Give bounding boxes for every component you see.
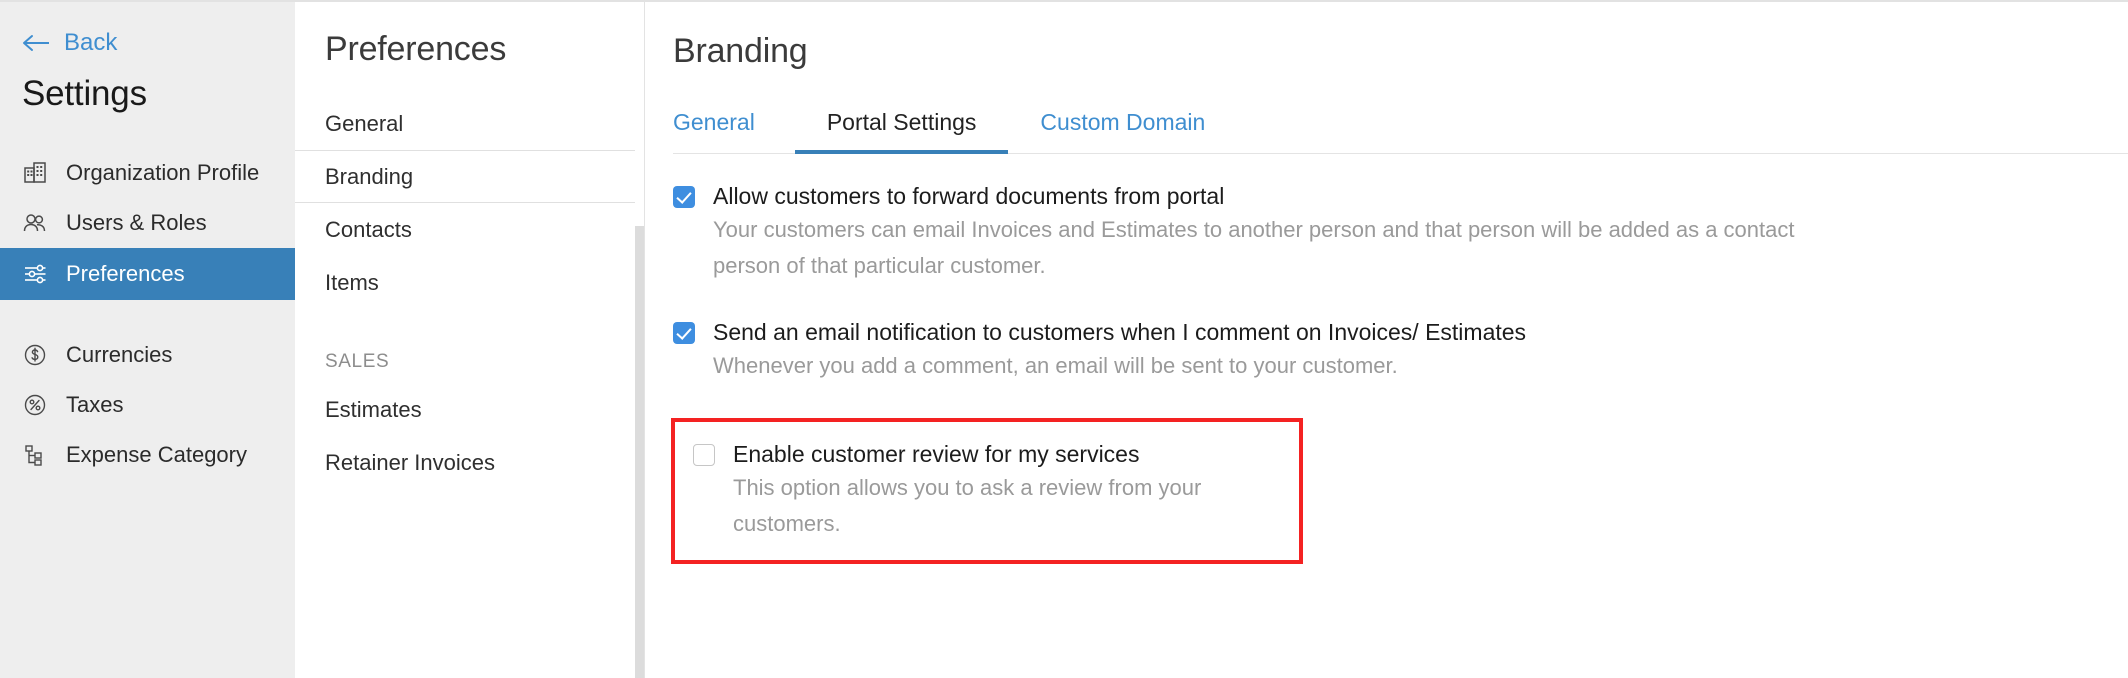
back-arrow-icon bbox=[22, 34, 52, 52]
sidebar-item-label: Currencies bbox=[66, 342, 173, 367]
tab-label: Portal Settings bbox=[826, 109, 977, 135]
preferences-item-label: Items bbox=[325, 269, 379, 295]
tab-portal-settings[interactable]: Portal Settings bbox=[794, 99, 1009, 154]
checkbox-allow-forward-documents[interactable] bbox=[673, 186, 695, 208]
preferences-item-items[interactable]: Items bbox=[295, 256, 644, 309]
sidebar-item-label: Users & Roles bbox=[66, 210, 207, 235]
sidebar-item-expense-category[interactable]: Expense Category bbox=[0, 430, 295, 480]
sidebar-item-label: Organization Profile bbox=[66, 160, 260, 185]
option-enable-customer-review: Enable customer review for my services T… bbox=[671, 418, 1303, 564]
checkbox-enable-customer-review[interactable] bbox=[693, 444, 715, 466]
settings-page: Back Settings Organization Profile Users… bbox=[0, 0, 2128, 678]
tab-custom-domain[interactable]: Custom Domain bbox=[1008, 99, 1237, 154]
preferences-scrollbar-thumb[interactable] bbox=[635, 226, 644, 678]
building-icon bbox=[22, 160, 48, 186]
preferences-column: Preferences General Branding Contacts It… bbox=[295, 0, 645, 678]
preferences-section-sales: SALES bbox=[325, 351, 390, 372]
sliders-icon bbox=[22, 261, 48, 287]
preferences-item-label: Estimates bbox=[325, 396, 422, 422]
settings-sidebar: Back Settings Organization Profile Users… bbox=[0, 0, 295, 678]
percent-circle-icon bbox=[22, 392, 48, 418]
option-description: Your customers can email Invoices and Es… bbox=[713, 217, 1795, 278]
back-label: Back bbox=[64, 29, 118, 56]
top-divider bbox=[0, 0, 2128, 2]
preferences-item-contacts[interactable]: Contacts bbox=[295, 203, 644, 256]
tab-general[interactable]: General bbox=[673, 99, 795, 154]
option-email-notification-on-comment: Send an email notification to customers … bbox=[673, 316, 2128, 384]
sidebar-group-divider bbox=[0, 300, 295, 330]
branding-panel: Branding General Portal Settings Custom … bbox=[645, 0, 2128, 678]
option-description: This option allows you to ask a review f… bbox=[733, 475, 1202, 536]
sidebar-nav: Organization Profile Users & Roles Prefe… bbox=[0, 148, 295, 480]
sidebar-item-organization-profile[interactable]: Organization Profile bbox=[0, 148, 295, 198]
preferences-item-label: Contacts bbox=[325, 216, 412, 242]
sidebar-item-currencies[interactable]: Currencies bbox=[0, 330, 295, 380]
hierarchy-icon bbox=[22, 442, 48, 468]
preferences-item-label: Retainer Invoices bbox=[325, 449, 495, 475]
preferences-heading: Preferences bbox=[325, 30, 507, 68]
tab-label: Custom Domain bbox=[1040, 109, 1206, 135]
dollar-circle-icon bbox=[22, 342, 48, 368]
portal-settings-options: Allow customers to forward documents fro… bbox=[671, 154, 2128, 564]
preferences-item-label: General bbox=[325, 110, 404, 136]
checkbox-email-notification-on-comment[interactable] bbox=[673, 322, 695, 344]
page-title: Settings bbox=[22, 74, 147, 113]
option-row: Allow customers to forward documents fro… bbox=[673, 180, 2128, 212]
option-label: Enable customer review for my services bbox=[733, 441, 1140, 467]
option-label: Send an email notification to customers … bbox=[713, 319, 1527, 345]
branding-heading: Branding bbox=[673, 32, 808, 70]
branding-tabs: General Portal Settings Custom Domain bbox=[673, 99, 2128, 154]
preferences-item-estimates[interactable]: Estimates bbox=[295, 383, 644, 436]
option-row: Enable customer review for my services bbox=[693, 438, 1299, 470]
preferences-list: General Branding Contacts Items bbox=[295, 97, 644, 309]
preferences-item-retainer-invoices[interactable]: Retainer Invoices bbox=[295, 436, 644, 489]
sidebar-item-taxes[interactable]: Taxes bbox=[0, 380, 295, 430]
preferences-item-general[interactable]: General bbox=[295, 97, 644, 150]
sidebar-item-preferences[interactable]: Preferences bbox=[0, 248, 295, 300]
option-row: Send an email notification to customers … bbox=[673, 316, 2128, 348]
preferences-item-label: Branding bbox=[325, 163, 414, 189]
tab-label: General bbox=[673, 109, 755, 135]
sidebar-item-label: Preferences bbox=[66, 261, 185, 286]
preferences-item-branding[interactable]: Branding bbox=[295, 150, 644, 203]
preferences-scrollbar-track[interactable] bbox=[635, 93, 644, 678]
users-icon bbox=[22, 210, 48, 236]
option-description: Whenever you add a comment, an email wil… bbox=[713, 353, 1398, 378]
back-button[interactable]: Back bbox=[0, 26, 295, 60]
option-allow-forward-documents: Allow customers to forward documents fro… bbox=[673, 180, 2128, 284]
option-label: Allow customers to forward documents fro… bbox=[713, 183, 1225, 209]
sidebar-item-label: Taxes bbox=[66, 392, 124, 417]
sidebar-item-users-roles[interactable]: Users & Roles bbox=[0, 198, 295, 248]
sidebar-item-label: Expense Category bbox=[66, 442, 247, 467]
preferences-sales-list: Estimates Retainer Invoices bbox=[295, 383, 644, 489]
